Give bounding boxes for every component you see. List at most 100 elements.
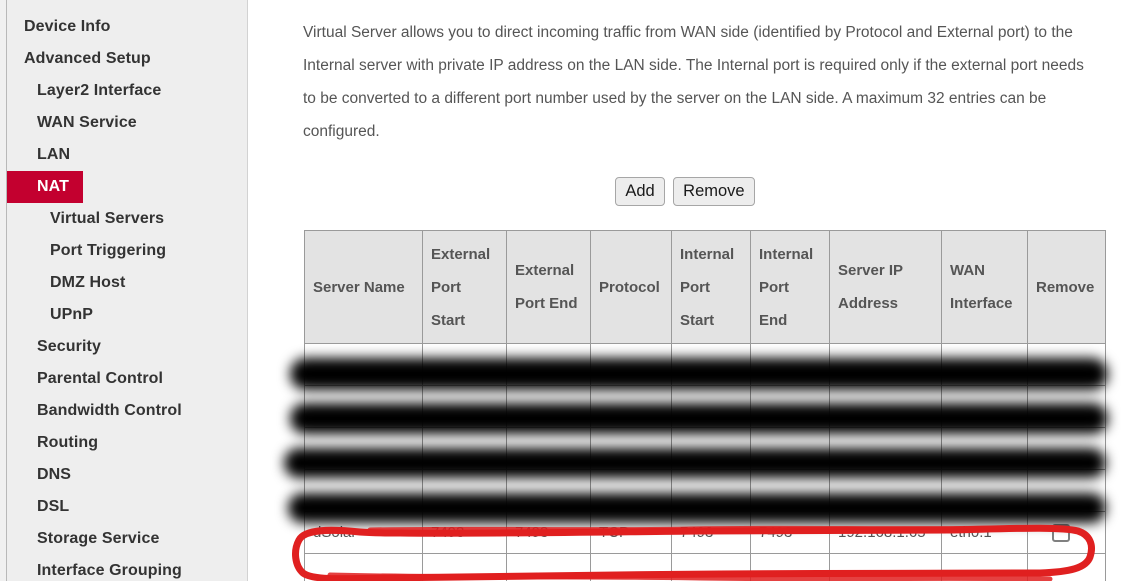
table-row [304, 343, 1106, 386]
cell-wan-interface [941, 553, 1028, 581]
column-header-protocol: Protocol [590, 230, 672, 344]
sidebar-navigation: Device Info Advanced Setup Layer2 Interfac… [7, 0, 248, 581]
cell-external-port-end [506, 553, 591, 581]
add-button[interactable]: Add [615, 177, 665, 206]
sidebar-item-wan-service[interactable]: WAN Service [7, 107, 247, 139]
page-description: Virtual Server allows you to direct inco… [303, 24, 1084, 140]
remove-checkbox[interactable] [1052, 523, 1070, 542]
page-scroll-rail[interactable] [0, 0, 7, 581]
cell-wan-interface [941, 469, 1028, 512]
cell-internal-port-end [750, 427, 830, 470]
cell-internal-port-end [750, 553, 830, 581]
cell-server-name [304, 427, 423, 470]
cell-protocol [590, 385, 672, 428]
sidebar-item-parental-control[interactable]: Parental Control [7, 363, 247, 395]
cell-internal-port-start [671, 553, 751, 581]
cell-remove [1027, 511, 1106, 554]
cell-remove [1027, 469, 1106, 512]
cell-external-port-start [422, 553, 507, 581]
cell-server-name [304, 469, 423, 512]
virtual-servers-table-container: Server Name External Port Start External P… [303, 230, 1106, 581]
cell-internal-port-start [671, 385, 751, 428]
cell-external-port-start [422, 343, 507, 386]
remove-button[interactable]: Remove [673, 177, 755, 206]
sidebar-item-virtual-servers[interactable]: Virtual Servers [7, 203, 247, 235]
cell-internal-port-end [750, 385, 830, 428]
cell-external-port-end [506, 469, 591, 512]
column-header-remove: Remove [1027, 230, 1106, 344]
cell-remove [1027, 343, 1106, 386]
sidebar-item-port-triggering[interactable]: Port Triggering [7, 235, 247, 267]
sidebar-item-upnp[interactable]: UPnP [7, 299, 247, 331]
sidebar-item-interface-grouping[interactable]: Interface Grouping [7, 555, 247, 581]
cell-external-port-end [506, 385, 591, 428]
cell-internal-port-end [750, 469, 830, 512]
cell-server-ip-address [829, 427, 942, 470]
cell-wan-interface [941, 385, 1028, 428]
table-row [304, 469, 1106, 512]
virtual-servers-table: Server Name External Port Start External P… [304, 230, 1106, 581]
table-row: dSolar 7493 7493 TCP 7493 7493 192.168.1.65 eth… [304, 511, 1106, 554]
sidebar-item-dsl[interactable]: DSL [7, 491, 247, 523]
cell-internal-port-end [750, 343, 830, 386]
cell-wan-interface [941, 343, 1028, 386]
table-row [304, 553, 1106, 581]
cell-remove [1027, 385, 1106, 428]
cell-internal-port-start [671, 427, 751, 470]
cell-external-port-start [422, 385, 507, 428]
sidebar-item-security[interactable]: Security [7, 331, 247, 363]
table-row [304, 385, 1106, 428]
table-row [304, 427, 1106, 470]
column-header-internal-port-end: Internal Port End [750, 230, 830, 344]
sidebar-item-lan[interactable]: LAN [7, 139, 247, 171]
cell-wan-interface [941, 427, 1028, 470]
cell-internal-port-start: 7493 [671, 511, 751, 554]
cell-external-port-end: 7493 [506, 511, 591, 554]
sidebar-item-device-info[interactable]: Device Info [7, 11, 247, 43]
cell-server-name [304, 385, 423, 428]
table-header: Server Name External Port Start External P… [304, 230, 1106, 344]
column-header-server-ip-address: Server IP Address [829, 230, 942, 344]
cell-remove [1027, 553, 1106, 581]
cell-server-ip-address [829, 385, 942, 428]
cell-wan-interface: eth0.1 [941, 511, 1028, 554]
cell-internal-port-end: 7493 [750, 511, 830, 554]
cell-protocol [590, 553, 672, 581]
cell-protocol: TCP [590, 511, 672, 554]
table-header-row: Server Name External Port Start External P… [304, 230, 1106, 344]
cell-server-name: dSolar [304, 511, 423, 554]
column-header-external-port-start: External Port Start [422, 230, 507, 344]
sidebar-item-dns[interactable]: DNS [7, 459, 247, 491]
cell-server-ip-address [829, 343, 942, 386]
sidebar-item-nat[interactable]: NAT [7, 171, 83, 203]
cell-protocol [590, 469, 672, 512]
cell-protocol [590, 427, 672, 470]
cell-external-port-end [506, 427, 591, 470]
cell-server-name [304, 343, 423, 386]
sidebar-item-routing[interactable]: Routing [7, 427, 247, 459]
column-header-server-name: Server Name [304, 230, 423, 344]
cell-internal-port-start [671, 343, 751, 386]
cell-internal-port-start [671, 469, 751, 512]
cell-server-name [304, 553, 423, 581]
cell-external-port-start [422, 469, 507, 512]
sidebar-item-dmz-host[interactable]: DMZ Host [7, 267, 247, 299]
virtual-servers-page: Device Info Advanced Setup Layer2 Interfac… [0, 0, 1121, 581]
sidebar-item-storage-service[interactable]: Storage Service [7, 523, 247, 555]
cell-remove [1027, 427, 1106, 470]
main-content: Virtual Server allows you to direct inco… [248, 0, 1121, 581]
cell-external-port-start [422, 427, 507, 470]
cell-server-ip-address: 192.168.1.65 [829, 511, 942, 554]
column-header-internal-port-start: Internal Port Start [671, 230, 751, 344]
cell-external-port-end [506, 343, 591, 386]
cell-server-ip-address [829, 469, 942, 512]
sidebar-item-bandwidth-control[interactable]: Bandwidth Control [7, 395, 247, 427]
sidebar-item-advanced-setup[interactable]: Advanced Setup [7, 43, 247, 75]
column-header-wan-interface: WAN Interface [941, 230, 1028, 344]
cell-server-ip-address [829, 553, 942, 581]
cell-external-port-start: 7493 [422, 511, 507, 554]
table-body: dSolar 7493 7493 TCP 7493 7493 192.168.1.65 eth… [304, 343, 1106, 581]
sidebar-item-layer2-interface[interactable]: Layer2 Interface [7, 75, 247, 107]
table-action-buttons: Add Remove [303, 177, 1099, 206]
cell-protocol [590, 343, 672, 386]
